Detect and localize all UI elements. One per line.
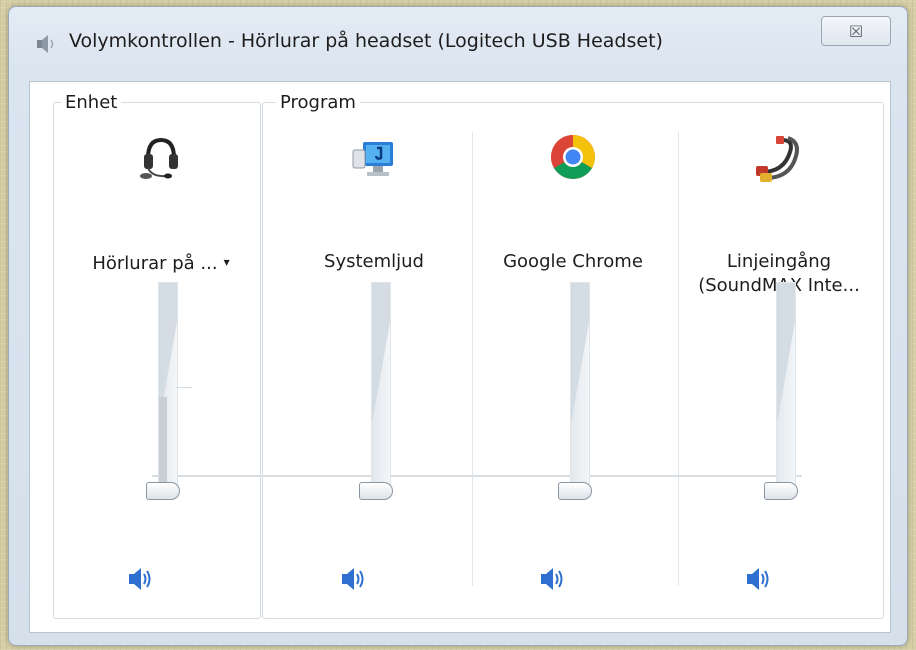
device-dropdown[interactable]: Hörlurar på ... ▾	[61, 250, 261, 276]
speaker-icon	[33, 31, 59, 57]
channel-linein: Linjeingång (SoundMAX Inte...	[679, 122, 879, 612]
channel-chrome: Google Chrome	[473, 122, 673, 612]
chrome-volume-slider[interactable]	[558, 282, 618, 514]
slider-track	[776, 282, 796, 492]
systemljud-label: Systemljud	[324, 251, 424, 272]
slider-thumb[interactable]	[359, 482, 393, 500]
system-sounds-icon	[349, 132, 399, 182]
channel-systemljud: Systemljud	[274, 122, 474, 612]
slider-thumb[interactable]	[764, 482, 798, 500]
channel-device: Hörlurar på ... ▾	[61, 122, 261, 612]
close-button[interactable]: ☒	[821, 16, 891, 46]
dropdown-arrow-icon: ▾	[223, 255, 230, 269]
slider-track	[570, 282, 590, 492]
slider-thumb[interactable]	[146, 482, 180, 500]
device-volume-slider[interactable]	[146, 282, 206, 514]
chrome-label: Google Chrome	[503, 251, 643, 272]
slider-track	[371, 282, 391, 492]
mute-speaker-button[interactable]	[119, 562, 159, 596]
title-bar[interactable]: Volymkontrollen - Hörlurar på headset (L…	[9, 7, 907, 77]
google-chrome-icon	[548, 132, 598, 182]
device-group-label: Enhet	[61, 92, 122, 113]
headset-icon	[136, 132, 186, 182]
mute-speaker-button[interactable]	[737, 562, 777, 596]
volume-mixer-window: Volymkontrollen - Hörlurar på headset (L…	[8, 6, 908, 646]
slider-thumb[interactable]	[558, 482, 592, 500]
program-group-label: Program	[276, 92, 360, 113]
window-title: Volymkontrollen - Hörlurar på headset (L…	[69, 30, 663, 52]
slider-track	[158, 282, 178, 492]
mute-speaker-button[interactable]	[332, 562, 372, 596]
device-label: Hörlurar på ... ▾	[61, 250, 261, 276]
systemljud-volume-slider[interactable]	[359, 282, 419, 514]
slider-tick	[176, 387, 192, 388]
mixer-content: Enhet Program Hörlurar på ... ▾ Systemlj…	[29, 81, 891, 633]
mute-speaker-button[interactable]	[531, 562, 571, 596]
rca-cable-icon	[754, 132, 804, 182]
linein-volume-slider[interactable]	[764, 282, 824, 514]
